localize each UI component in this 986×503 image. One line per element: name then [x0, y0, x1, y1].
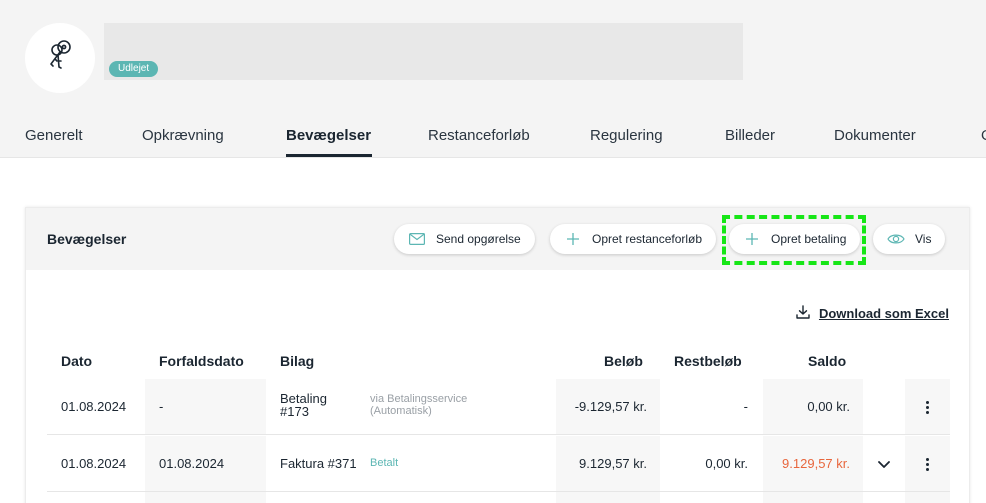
table-row[interactable]: 01.08.2024 01.08.2024 Faktura #371 Betal…: [47, 436, 950, 492]
column-header-saldo: Saldo: [808, 353, 847, 369]
view-label: Vis: [915, 232, 932, 246]
row-restbeloeb: -: [743, 399, 748, 414]
status-badge: Udlejet: [109, 61, 159, 77]
movements-card: Bevægelser Send opgørelse Opret restance…: [25, 207, 970, 503]
download-excel-label: Download som Excel: [818, 306, 949, 321]
row-forfaldsdato: 01.08.2024: [159, 456, 225, 471]
send-statement-button[interactable]: Send opgørelse: [394, 224, 535, 254]
column-header-bilag: Bilag: [280, 353, 315, 369]
create-restance-button[interactable]: Opret restanceforløb: [550, 224, 717, 254]
row-saldo: 0,00 kr.: [807, 399, 850, 414]
tab-restanceforloeb[interactable]: Restanceforløb: [428, 127, 530, 144]
row-dato: 01.08.2024: [61, 456, 127, 471]
property-title-redacted: [104, 23, 743, 80]
tab-regulering[interactable]: Regulering: [590, 127, 663, 144]
row-payment-note: via Betalingsservice (Automatisk): [370, 393, 468, 417]
view-button[interactable]: Vis: [873, 224, 946, 254]
send-statement-label: Send opgørelse: [436, 232, 521, 246]
row-saldo: 9.129,57 kr.: [782, 456, 850, 471]
status-badge: Betalt: [370, 457, 399, 469]
tab-dokumenter[interactable]: Dokumenter: [834, 127, 916, 144]
column-header-dato: Dato: [61, 353, 93, 369]
row-menu-icon[interactable]: [917, 454, 937, 474]
keys-icon: [40, 36, 80, 81]
envelope-icon: [408, 230, 426, 248]
row-dato: 01.08.2024: [61, 399, 127, 414]
property-header: Udlejet Generelt Opkrævning Bevægelser R…: [0, 0, 986, 158]
create-payment-button[interactable]: Opret betaling: [729, 224, 861, 254]
column-header-restbeloeb: Restbeløb: [674, 353, 742, 369]
row-beloeb: 9.129,57 kr.: [579, 456, 647, 471]
tab-generelt[interactable]: Generelt: [25, 127, 83, 144]
row-menu-icon[interactable]: [917, 397, 937, 417]
download-excel-link[interactable]: Download som Excel: [796, 305, 949, 322]
active-tab-indicator: [286, 154, 372, 157]
row-restbeloeb: 0,00 kr.: [705, 456, 748, 471]
tab-bevaegelser[interactable]: Bevægelser: [286, 127, 371, 144]
create-restance-label: Opret restanceforløb: [592, 232, 703, 246]
chevron-down-icon[interactable]: [877, 457, 891, 475]
column-header-beloeb: Beløb: [604, 353, 643, 369]
download-icon: [796, 305, 810, 322]
card-title: Bevægelser: [47, 231, 127, 247]
column-header-forfaldsdato: Forfaldsdato: [159, 353, 244, 369]
row-bilag[interactable]: Faktura #371: [280, 456, 357, 471]
row-forfaldsdato: -: [159, 399, 164, 414]
eye-icon: [887, 230, 905, 248]
tab-opkraevning[interactable]: Opkrævning: [142, 127, 224, 144]
tab-bar: Generelt Opkrævning Bevægelser Restancef…: [0, 115, 986, 158]
row-beloeb: -9.129,57 kr.: [574, 399, 647, 414]
create-payment-label: Opret betaling: [771, 232, 847, 246]
row-bilag-line2: #173: [280, 404, 309, 419]
table-row[interactable]: 01.08.2024 - Betaling #173 via Betalings…: [47, 379, 950, 435]
row-bilag[interactable]: Betaling #173: [280, 392, 327, 418]
plus-icon: [743, 230, 761, 248]
card-header: Bevægelser Send opgørelse Opret restance…: [26, 208, 969, 270]
table-row[interactable]: [47, 492, 950, 503]
tab-overflow[interactable]: O: [981, 127, 986, 144]
tab-billeder[interactable]: Billeder: [725, 127, 775, 144]
plus-icon: [564, 230, 582, 248]
property-avatar: [25, 23, 95, 93]
